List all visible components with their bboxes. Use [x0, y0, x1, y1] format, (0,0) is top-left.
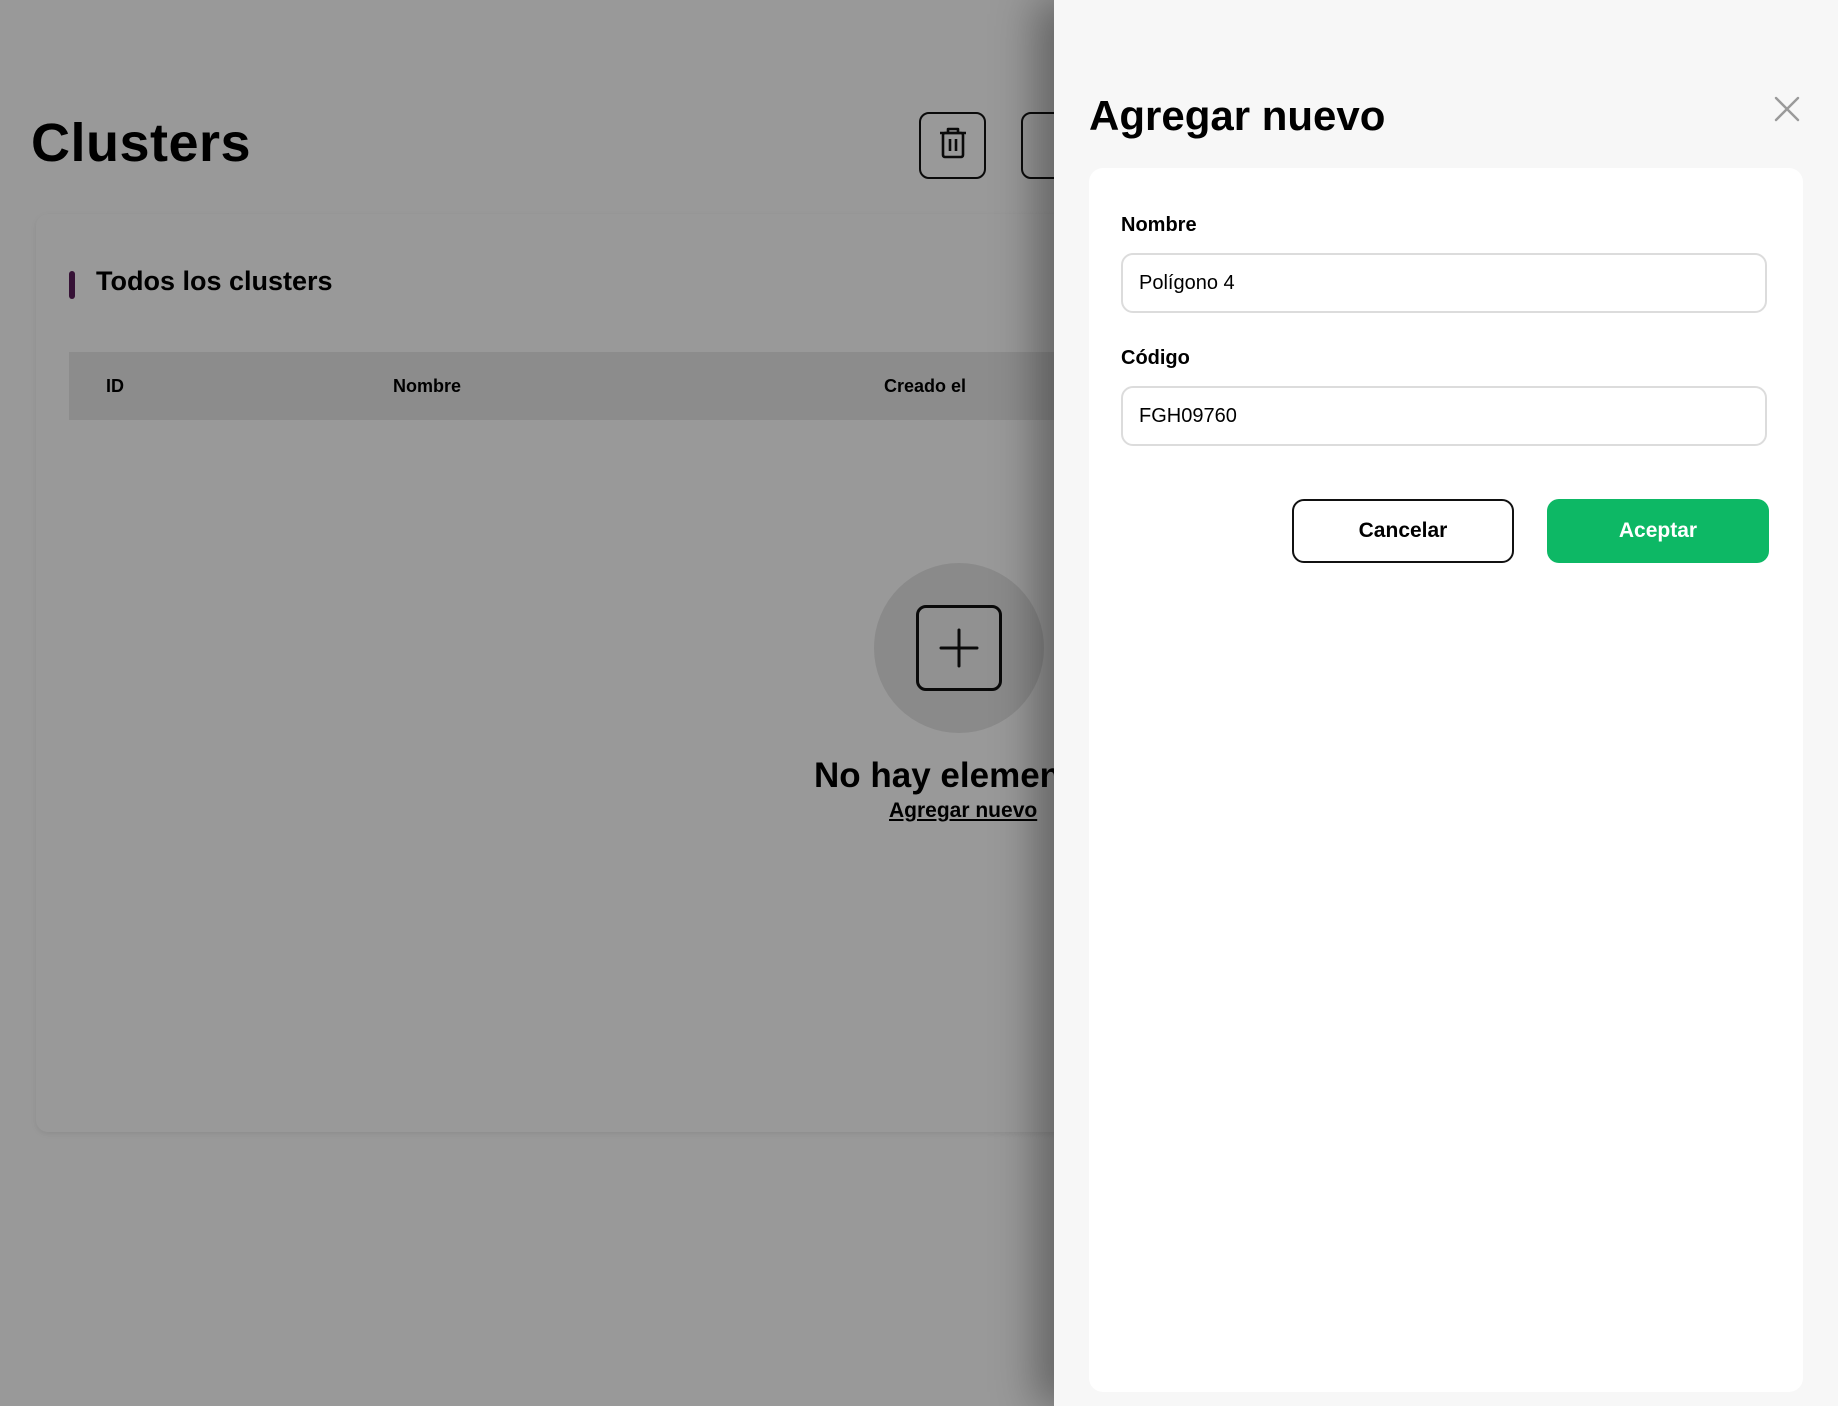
cancel-button[interactable]: Cancelar — [1292, 499, 1514, 563]
accept-button[interactable]: Aceptar — [1547, 499, 1769, 563]
close-icon — [1774, 96, 1800, 127]
codigo-label: Código — [1121, 347, 1190, 369]
drawer-title: Agregar nuevo — [1089, 92, 1386, 139]
nombre-input[interactable] — [1121, 253, 1767, 313]
codigo-input[interactable] — [1121, 386, 1767, 446]
add-new-drawer: Agregar nuevo Nombre Código Cancelar Ace… — [1054, 0, 1838, 1406]
nombre-label: Nombre — [1121, 214, 1197, 236]
drawer-form-card: Nombre Código Cancelar Aceptar — [1089, 168, 1803, 1392]
close-button[interactable] — [1772, 96, 1802, 126]
